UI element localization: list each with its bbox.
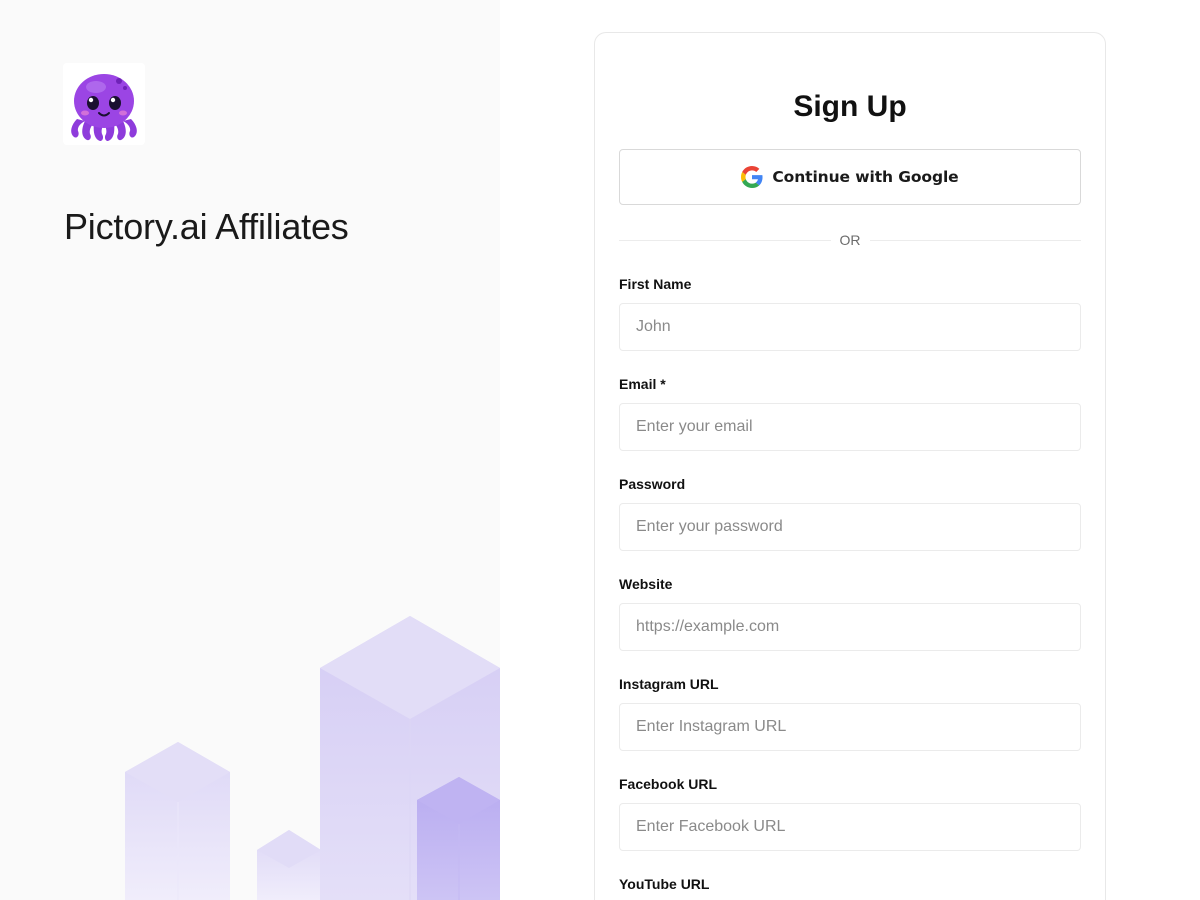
website-input[interactable]: [619, 603, 1081, 651]
email-input[interactable]: [619, 403, 1081, 451]
continue-with-google-button[interactable]: Continue with Google: [619, 149, 1081, 205]
password-group: Password: [619, 475, 1081, 551]
instagram-url-input[interactable]: [619, 703, 1081, 751]
youtube-url-label: YouTube URL: [619, 876, 710, 892]
facebook-url-input[interactable]: [619, 803, 1081, 851]
divider-line: [619, 239, 831, 241]
first-name-label: First Name: [619, 276, 692, 292]
instagram-url-label: Instagram URL: [619, 676, 719, 692]
instagram-url-group: Instagram URL: [619, 675, 1081, 751]
first-name-group: First Name: [619, 275, 1081, 351]
facebook-url-group: Facebook URL: [619, 775, 1081, 851]
youtube-url-group: YouTube URL: [619, 875, 1081, 893]
google-g-icon: [741, 166, 763, 188]
password-input[interactable]: [619, 503, 1081, 551]
decorative-blocks-illustration: [125, 616, 500, 900]
website-label: Website: [619, 576, 673, 592]
brand-title: Pictory.ai Affiliates: [64, 206, 349, 247]
brand-logo: [63, 63, 145, 145]
email-group: Email *: [619, 375, 1081, 451]
signup-title: Sign Up: [793, 90, 907, 123]
google-button-label: Continue with Google: [772, 168, 959, 186]
email-label: Email *: [619, 376, 666, 392]
first-name-input[interactable]: [619, 303, 1081, 351]
signup-card: Sign Up Continue with Google OR First Na…: [594, 32, 1106, 900]
octopus-mascot-icon: [71, 74, 137, 141]
facebook-url-label: Facebook URL: [619, 776, 718, 792]
or-text: OR: [839, 232, 861, 248]
password-label: Password: [619, 476, 686, 492]
or-divider: OR: [619, 231, 1081, 249]
website-group: Website: [619, 575, 1081, 651]
brand-panel: Pictory.ai Affiliates: [0, 0, 500, 900]
divider-line: [869, 239, 1081, 241]
